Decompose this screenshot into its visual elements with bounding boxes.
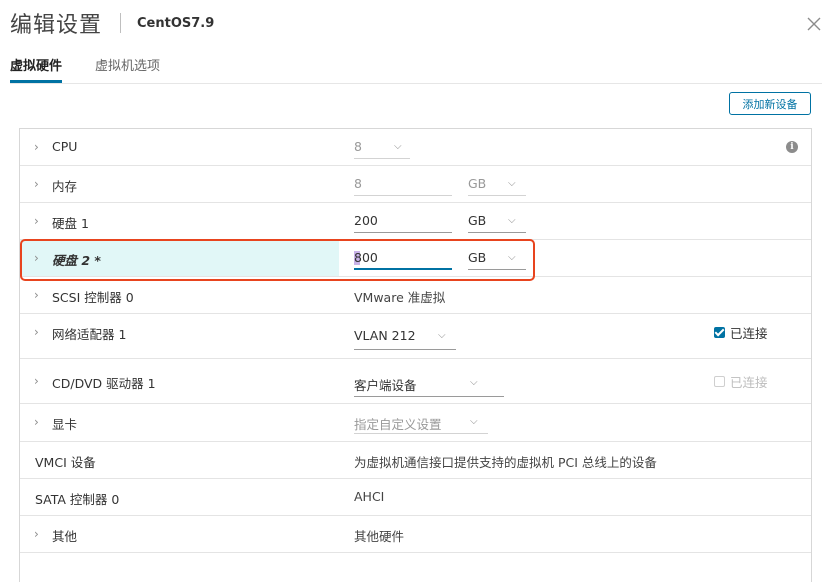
row-label: CPU bbox=[52, 139, 78, 154]
disk2-size-input[interactable]: 800 bbox=[354, 250, 452, 270]
cdrom-value: 客户端设备 bbox=[354, 378, 417, 393]
memory-unit: GB bbox=[468, 176, 487, 191]
row-label: 其他 bbox=[52, 529, 78, 544]
hardware-row-scsi: › SCSI 控制器 0 VMware 准虚拟 bbox=[20, 277, 811, 314]
other-description: 其他硬件 bbox=[354, 529, 405, 544]
dialog-header: 编辑设置 CentOS7.9 bbox=[10, 6, 214, 40]
chevron-right-icon[interactable]: › bbox=[34, 214, 44, 228]
hardware-row-vmci: VMCI 设备 为虚拟机通信接口提供支持的虚拟机 PCI 总线上的设备 bbox=[20, 442, 811, 479]
chevron-down-icon: ⌵ bbox=[508, 215, 516, 226]
hardware-row-network: › 网络适配器 1 VLAN 212 ⌵ 已连接 bbox=[20, 314, 811, 359]
edit-settings-dialog: 编辑设置 CentOS7.9 虚拟硬件 虚拟机选项 添加新设备 › CPU 8 … bbox=[0, 0, 832, 582]
tab-virtual-hardware[interactable]: 虚拟硬件 bbox=[10, 55, 63, 83]
chevron-right-icon[interactable]: › bbox=[34, 177, 44, 191]
tab-vm-options[interactable]: 虚拟机选项 bbox=[95, 55, 160, 83]
chevron-down-icon: ⌵ bbox=[394, 141, 402, 152]
vmci-description: 为虚拟机通信接口提供支持的虚拟机 PCI 总线上的设备 bbox=[354, 455, 657, 470]
row-label: 网络适配器 1 bbox=[52, 327, 127, 342]
hardware-row-cdrom: › CD/DVD 驱动器 1 客户端设备 ⌵ 已连接 bbox=[20, 359, 811, 404]
row-label: VMCI 设备 bbox=[35, 455, 96, 470]
chevron-right-icon[interactable]: › bbox=[34, 325, 44, 339]
row-label: 硬盘 2 * bbox=[52, 253, 101, 268]
row-label: 显卡 bbox=[52, 417, 78, 432]
cdrom-connected-checkbox[interactable]: 已连接 bbox=[714, 372, 768, 391]
chevron-down-icon: ⌵ bbox=[470, 377, 478, 388]
checkbox-unchecked-icon bbox=[714, 376, 725, 387]
chevron-down-icon: ⌵ bbox=[470, 416, 478, 427]
video-settings-select[interactable]: 指定自定义设置 ⌵ bbox=[354, 414, 488, 434]
hardware-row-memory: › 内存 8 GB ⌵ bbox=[20, 166, 811, 203]
chevron-down-icon: ⌵ bbox=[508, 252, 516, 263]
hardware-row-disk1: › 硬盘 1 200 GB ⌵ bbox=[20, 203, 811, 240]
sata-type: AHCI bbox=[354, 489, 385, 504]
disk1-unit-select[interactable]: GB ⌵ bbox=[468, 213, 526, 233]
vm-name: CentOS7.9 bbox=[137, 15, 215, 31]
chevron-right-icon[interactable]: › bbox=[34, 251, 44, 265]
info-icon[interactable]: i bbox=[786, 141, 798, 153]
disk1-unit: GB bbox=[468, 213, 487, 228]
disk2-unit: GB bbox=[468, 250, 487, 265]
network-connected-checkbox[interactable]: 已连接 bbox=[714, 323, 768, 342]
chevron-right-icon[interactable]: › bbox=[34, 288, 44, 302]
scsi-type: VMware 准虚拟 bbox=[354, 290, 446, 305]
chevron-right-icon[interactable]: › bbox=[34, 527, 44, 541]
hardware-row-video: › 显卡 指定自定义设置 ⌵ bbox=[20, 404, 811, 442]
dialog-title: 编辑设置 bbox=[10, 13, 103, 38]
network-value: VLAN 212 bbox=[354, 328, 416, 343]
tab-bar: 虚拟硬件 虚拟机选项 bbox=[10, 55, 193, 83]
checkbox-checked-icon bbox=[714, 327, 725, 338]
title-divider bbox=[120, 13, 122, 33]
chevron-right-icon[interactable]: › bbox=[34, 140, 44, 154]
chevron-right-icon[interactable]: › bbox=[34, 374, 44, 388]
hardware-table: › CPU 8 ⌵ i › 内存 8 GB ⌵ › 硬盘 1 200 GB ⌵ … bbox=[19, 128, 812, 582]
cpu-count-select[interactable]: 8 ⌵ bbox=[354, 139, 410, 159]
row-label: 硬盘 1 bbox=[52, 216, 89, 231]
cpu-count-value: 8 bbox=[354, 139, 362, 154]
tab-divider bbox=[10, 83, 822, 84]
close-icon[interactable] bbox=[804, 14, 824, 34]
cdrom-select[interactable]: 客户端设备 ⌵ bbox=[354, 375, 504, 397]
chevron-down-icon: ⌵ bbox=[508, 178, 516, 189]
add-new-device-button[interactable]: 添加新设备 bbox=[729, 92, 811, 115]
memory-input[interactable]: 8 bbox=[354, 176, 452, 196]
hardware-row-cpu: › CPU 8 ⌵ i bbox=[20, 129, 811, 166]
row-label: 内存 bbox=[52, 179, 78, 194]
video-value: 指定自定义设置 bbox=[354, 417, 442, 432]
hardware-row-disk2: › 硬盘 2 * 800 GB ⌵ bbox=[20, 240, 811, 277]
chevron-right-icon[interactable]: › bbox=[34, 415, 44, 429]
cdrom-connected-label: 已连接 bbox=[730, 375, 768, 390]
hardware-row-sata: SATA 控制器 0 AHCI bbox=[20, 479, 811, 516]
row-label: CD/DVD 驱动器 1 bbox=[52, 376, 156, 391]
row-label: SATA 控制器 0 bbox=[35, 492, 120, 507]
memory-unit-select[interactable]: GB ⌵ bbox=[468, 176, 526, 196]
network-connected-label: 已连接 bbox=[730, 326, 768, 341]
row-label: SCSI 控制器 0 bbox=[52, 290, 134, 305]
disk1-size-value: 200 bbox=[354, 213, 378, 228]
chevron-down-icon: ⌵ bbox=[438, 330, 446, 341]
disk1-size-input[interactable]: 200 bbox=[354, 213, 452, 233]
disk2-size-value: 800 bbox=[354, 250, 378, 265]
memory-value: 8 bbox=[354, 176, 362, 191]
network-select[interactable]: VLAN 212 ⌵ bbox=[354, 328, 456, 350]
disk2-unit-select[interactable]: GB ⌵ bbox=[468, 250, 526, 270]
hardware-row-other: › 其他 其他硬件 bbox=[20, 516, 811, 553]
